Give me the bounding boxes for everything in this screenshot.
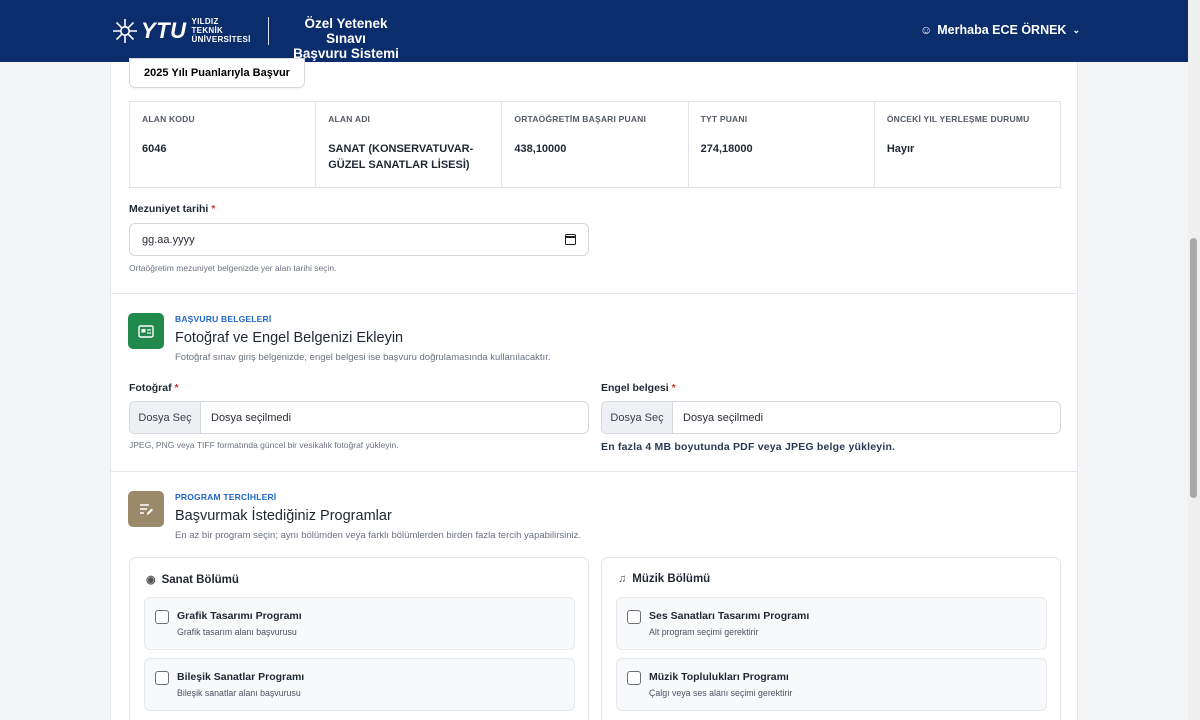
application-form-card: 2025 Yılı Puanlarıyla Başvur ALAN KODU 6… [110, 58, 1078, 720]
photo-choose-file-button[interactable]: Dosya Seç [130, 402, 201, 433]
info-header: TYT PUANI [700, 114, 748, 124]
program-option-desc: Bileşik sanatlar alanı başvurusu [177, 688, 301, 698]
documents-kicker: BAŞVURU BELGELERİ [175, 314, 272, 324]
documents-subtitle: Fotoğraf sınav giriş belgenizde, engel b… [175, 352, 551, 363]
logo-separator [268, 17, 269, 45]
info-cell-tyt-score: TYT PUANI 274,18000 [689, 102, 875, 187]
app-title: Özel Yetenek Sınavı Başvuru Sistemi [284, 16, 408, 61]
documents-title: Fotoğraf ve Engel Belgenizi Ekleyin [175, 330, 404, 346]
program-checkbox[interactable] [155, 610, 169, 624]
info-header: ALAN ADI [328, 114, 371, 124]
program-option-title: Grafik Tasarımı Programı [177, 610, 302, 622]
photo-label-text: Fotoğraf [129, 382, 172, 394]
logo-university-text: YILDIZ TEKNİK ÜNİVERSİTESİ [191, 17, 251, 44]
program-option-title: Bileşik Sanatlar Programı [177, 671, 305, 683]
program-option-music-ensembles[interactable]: Müzik Toplulukları Programı Çalgı veya s… [616, 658, 1047, 711]
ytu-logo[interactable]: YTU YILDIZ TEKNİK ÜNİVERSİTESİ [112, 17, 250, 44]
field-info-table: ALAN KODU 6046 ALAN ADI SANAT (KONSERVAT… [129, 101, 1061, 188]
info-value: SANAT (KONSERVATUVAR-GÜZEL SANATLAR LİSE… [328, 143, 474, 171]
scrollbar-thumb[interactable] [1190, 238, 1197, 498]
disability-choose-file-button[interactable]: Dosya Seç [602, 402, 673, 433]
disability-doc-label-text: Engel belgesi [601, 382, 669, 394]
required-mark: * [211, 203, 216, 215]
program-option-desc: Grafik tasarım alanı başvurusu [177, 627, 297, 637]
page-scrollbar[interactable] [1188, 0, 1200, 720]
info-cell-secondary-score: ORTAÖĞRETİM BAŞARI PUANI 438,10000 [502, 102, 689, 187]
id-card-icon [128, 313, 164, 349]
palette-icon: ◉ [146, 574, 156, 586]
photo-help: JPEG, PNG veya TIFF formatında güncel bi… [129, 440, 399, 450]
user-menu[interactable]: ☺ Merhaba ECE ÖRNEK ⌄ [920, 23, 1080, 37]
user-circle-icon: ☺ [920, 23, 933, 37]
logo-ytu-text: YTU [141, 17, 187, 43]
chevron-down-icon: ⌄ [1072, 24, 1081, 35]
info-header: ÖNCEKİ YIL YERLEŞME DURUMU [886, 114, 1030, 124]
program-option-graphic-design[interactable]: Grafik Tasarımı Programı Grafik tasarım … [144, 597, 575, 650]
info-value: 438,10000 [514, 143, 567, 155]
app-title-line1: Özel Yetenek Sınavı [304, 16, 388, 46]
program-option-title: Müzik Toplulukları Programı [649, 671, 789, 683]
art-department-title: Sanat Bölümü [161, 573, 239, 586]
graduation-date-label-text: Mezuniyet tarihi [129, 203, 209, 215]
graduation-date-placeholder: gg.aa.yyyy [142, 233, 195, 246]
info-value: 6046 [142, 143, 167, 155]
info-value: Hayır [886, 143, 915, 155]
top-navbar: YTU YILDIZ TEKNİK ÜNİVERSİTESİ Özel Yete… [0, 0, 1188, 62]
disability-doc-label: Engel belgesi * [601, 382, 676, 394]
user-greeting: Merhaba ECE ÖRNEK [937, 23, 1067, 37]
ytu-star-icon [113, 18, 137, 43]
graduation-date-input[interactable]: gg.aa.yyyy [129, 223, 589, 256]
graduation-date-help: Ortaöğretim mezuniyet belgenizde yer ala… [129, 263, 337, 273]
music-department-title: Müzik Bölümü [632, 573, 711, 585]
photo-file-input[interactable]: Dosya Seç Dosya seçilmedi [129, 401, 589, 434]
info-cell-field-name: ALAN ADI SANAT (KONSERVATUVAR-GÜZEL SANA… [316, 102, 503, 187]
required-mark: * [671, 382, 676, 394]
art-department-panel: ◉ Sanat Bölümü Grafik Tasarımı Programı … [129, 557, 589, 720]
info-value: 274,18000 [700, 143, 753, 155]
music-department-heading: ♫ Müzik Bölümü [618, 573, 710, 585]
program-option-sound-arts-design[interactable]: Ses Sanatları Tasarımı Programı Alt prog… [616, 597, 1047, 650]
section-divider [111, 471, 1077, 472]
info-header: ORTAÖĞRETİM BAŞARI PUANI [514, 114, 647, 124]
program-option-desc: Alt program seçimi gerektirir [649, 627, 759, 637]
info-header: ALAN KODU [142, 114, 195, 124]
info-cell-field-code: ALAN KODU 6046 [130, 102, 317, 187]
edit-list-icon [128, 491, 164, 527]
calendar-icon[interactable] [565, 234, 576, 245]
program-checkbox[interactable] [155, 671, 169, 685]
photo-file-status: Dosya seçilmedi [211, 411, 292, 424]
section-divider [111, 293, 1077, 294]
graduation-date-label: Mezuniyet tarihi * [129, 203, 215, 215]
program-checkbox[interactable] [627, 610, 641, 624]
programs-title: Başvurmak İstediğiniz Programlar [175, 508, 392, 524]
disability-file-status: Dosya seçilmedi [683, 411, 764, 424]
art-department-heading: ◉ Sanat Bölümü [146, 573, 239, 587]
programs-kicker: PROGRAM TERCİHLERİ [175, 492, 277, 502]
photo-label: Fotoğraf * [129, 382, 179, 394]
program-option-desc: Çalgı veya ses alanı seçimi gerektirir [649, 688, 793, 698]
required-mark: * [174, 382, 179, 394]
programs-subtitle: En az bir program seçin; aynı bölümden v… [175, 530, 582, 541]
disability-doc-help: En fazla 4 MB boyutunda PDF veya JPEG be… [601, 441, 896, 453]
program-option-title: Ses Sanatları Tasarımı Programı [649, 610, 810, 622]
disability-doc-file-input[interactable]: Dosya Seç Dosya seçilmedi [601, 401, 1061, 434]
info-cell-previous-placement: ÖNCEKİ YIL YERLEŞME DURUMU Hayır [875, 102, 1060, 187]
program-checkbox[interactable] [627, 671, 641, 685]
music-note-icon: ♫ [618, 573, 627, 585]
apply-with-year-scores-button[interactable]: 2025 Yılı Puanlarıyla Başvur [129, 58, 305, 88]
music-department-panel: ♫ Müzik Bölümü Ses Sanatları Tasarımı Pr… [601, 557, 1061, 720]
program-option-combined-arts[interactable]: Bileşik Sanatlar Programı Bileşik sanatl… [144, 658, 575, 711]
